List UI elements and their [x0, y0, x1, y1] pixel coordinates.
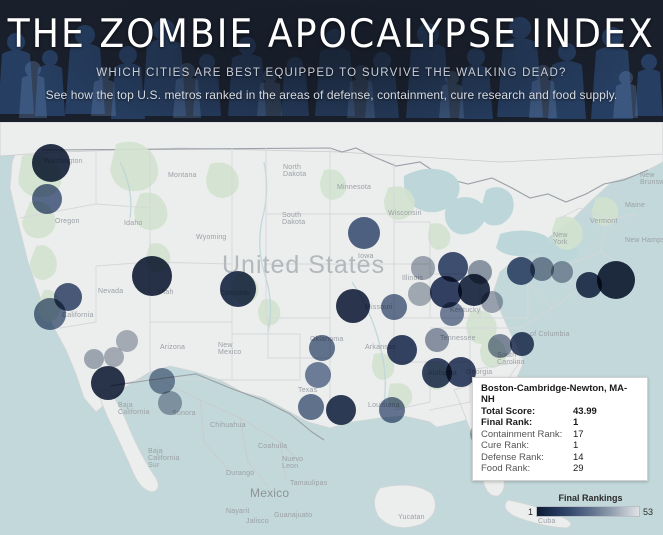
final-rankings-legend: Final Rankings 1 53: [528, 493, 653, 517]
tooltip-row-value: 1: [573, 417, 579, 429]
city-marker-nashville[interactable]: [425, 328, 449, 352]
city-marker-tucson[interactable]: [158, 391, 182, 415]
tooltip-row-label: Food Rank:: [481, 463, 531, 475]
tooltip-row: Food Rank: 29: [481, 463, 640, 474]
tooltip-city-name: Boston-Cambridge-Newton, MA-NH: [481, 383, 628, 405]
tooltip-row: Defense Rank: 14: [481, 452, 640, 463]
city-marker-pittsburgh[interactable]: [481, 291, 503, 313]
tooltip-row-value: 43.99: [573, 406, 597, 417]
city-marker-minneapolis[interactable]: [348, 217, 380, 249]
city-marker-memphis[interactable]: [387, 335, 417, 365]
city-marker-indianapolis[interactable]: [408, 282, 432, 306]
city-marker-austin[interactable]: [298, 394, 324, 420]
page-tagline: See how the top U.S. metros ranked in th…: [45, 88, 618, 102]
tooltip-row-label: Containment Rank:: [481, 428, 563, 440]
tooltip-row-label: Final Rank:: [481, 417, 533, 429]
city-marker-new-orleans[interactable]: [379, 397, 405, 423]
city-marker-las-vegas[interactable]: [84, 349, 104, 369]
city-marker-new-york[interactable]: [576, 272, 602, 298]
city-marker-raleigh[interactable]: [488, 334, 512, 358]
city-marker-houston[interactable]: [326, 395, 356, 425]
tooltip-row-label: Cure Rank:: [481, 440, 530, 452]
city-marker-oklahoma-city[interactable]: [309, 335, 335, 361]
tooltip-row: Total Score: 43.99: [481, 406, 640, 417]
city-marker-buffalo[interactable]: [551, 261, 573, 283]
city-marker-san-diego[interactable]: [91, 366, 125, 400]
tooltip-row: Final Rank: 1: [481, 417, 640, 428]
city-tooltip: Boston-Cambridge-Newton, MA-NH Total Sco…: [472, 377, 648, 482]
city-marker-denver[interactable]: [220, 271, 256, 307]
tooltip-row-label: Defense Rank:: [481, 451, 544, 463]
city-marker-louisville[interactable]: [440, 302, 464, 326]
city-marker-seattle[interactable]: [32, 144, 70, 182]
city-marker-milwaukee[interactable]: [411, 256, 435, 280]
city-marker-salt-lake-city[interactable]: [132, 256, 172, 296]
tooltip-row: Containment Rank: 17: [481, 429, 640, 440]
tooltip-row-value: 17: [573, 428, 584, 440]
legend-gradient-bar: [536, 506, 640, 517]
city-marker-charlotte[interactable]: [510, 332, 534, 356]
legend-min-value: 1: [528, 506, 534, 517]
tooltip-rows: Total Score: 43.99 Final Rank: 1 Containment…: [481, 406, 640, 474]
city-marker-st-louis[interactable]: [381, 294, 407, 320]
tooltip-row-label: Total Score:: [481, 406, 536, 417]
city-marker-boston[interactable]: [597, 261, 635, 299]
legend-max-value: 53: [642, 506, 653, 517]
tooltip-row: Cure Rank: 1: [481, 440, 640, 451]
city-marker-dallas[interactable]: [305, 362, 331, 388]
tooltip-row-value: 1: [573, 440, 579, 452]
choropleth-map[interactable]: United States Washington Montana Oregon …: [0, 122, 663, 535]
city-marker-los-angeles[interactable]: [104, 347, 124, 367]
tooltip-row-value: 29: [573, 463, 584, 475]
page-subtitle: WHICH CITIES ARE BEST EQUIPPED TO SURVIV…: [96, 67, 567, 79]
legend-title: Final Rankings: [558, 493, 623, 503]
city-marker-san-francisco[interactable]: [34, 298, 66, 330]
zombie-apocalypse-index-page: THE ZOMBiE APOCALYPSE iNDEX WHICH CITIES…: [0, 0, 663, 535]
page-header: THE ZOMBiE APOCALYPSE iNDEX WHICH CITIES…: [0, 0, 663, 122]
city-marker-portland[interactable]: [32, 184, 62, 214]
page-title: THE ZOMBiE APOCALYPSE iNDEX: [7, 12, 656, 57]
city-marker-kansas-city[interactable]: [336, 289, 370, 323]
tooltip-row-value: 14: [573, 451, 584, 463]
